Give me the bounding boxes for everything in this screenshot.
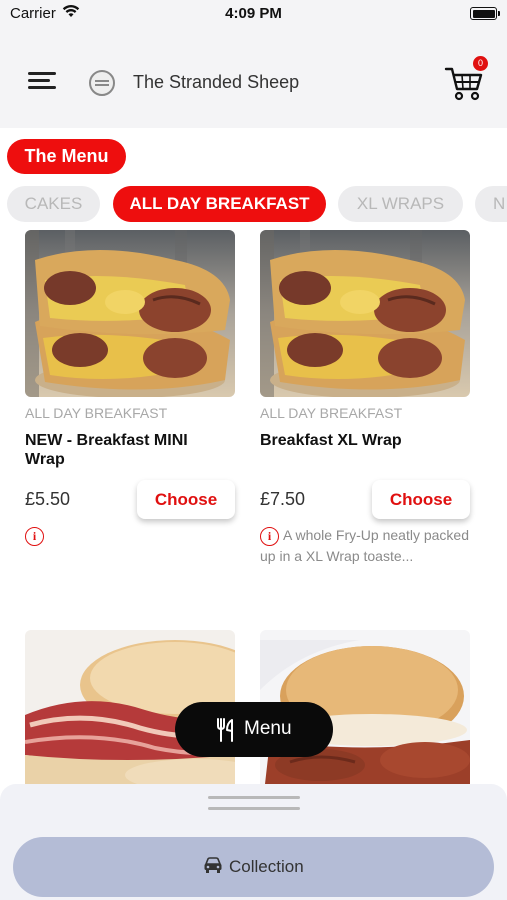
tab-all-day-breakfast[interactable]: ALL DAY BREAKFAST: [113, 186, 326, 222]
choose-button[interactable]: Choose: [137, 480, 235, 519]
the-menu-title: The Menu: [7, 139, 126, 174]
item-price: £5.50: [25, 489, 71, 509]
clock: 4:09 PM: [225, 5, 282, 22]
shop-logo: [89, 70, 115, 96]
item-name: Breakfast XL Wrap: [260, 432, 402, 449]
collection-label: Collection: [229, 857, 304, 876]
hamburger-menu-icon[interactable]: [28, 70, 58, 92]
status-bar: Carrier 4:09 PM: [0, 0, 507, 30]
info-icon[interactable]: i: [25, 527, 44, 546]
item-price: £7.50: [260, 489, 306, 509]
sheet-drag-handle[interactable]: [208, 796, 300, 799]
item-image-breakfast-mini-wrap[interactable]: [25, 230, 235, 397]
battery-icon: [470, 7, 500, 20]
category-tabs: CAKES ALL DAY BREAKFAST XL WRAPS N: [0, 186, 507, 222]
app-header: The Stranded Sheep: [0, 30, 507, 128]
floating-menu-label: Menu: [244, 718, 292, 739]
shop-name: The Stranded Sheep: [133, 72, 300, 92]
tab-next-category[interactable]: N: [475, 186, 507, 222]
item-name: NEW - Breakfast MINI Wrap: [25, 432, 188, 468]
collection-button[interactable]: Collection: [13, 837, 494, 897]
choose-button[interactable]: Choose: [372, 480, 470, 519]
cart-count-badge: 0: [473, 56, 488, 71]
item-category-label: ALL DAY BREAKFAST: [260, 405, 403, 421]
car-icon: [203, 856, 223, 879]
sheet-drag-handle-line: [208, 807, 300, 810]
tab-cakes[interactable]: CAKES: [7, 186, 100, 222]
tab-xl-wraps[interactable]: XL WRAPS: [338, 186, 463, 222]
item-description: A whole Fry-Up neatly packed up in a XL …: [260, 527, 469, 564]
fork-knife-icon: [215, 718, 237, 748]
floating-menu-button[interactable]: Menu: [175, 702, 333, 757]
item-image-breakfast-xl-wrap[interactable]: [260, 230, 470, 397]
item-category-label: ALL DAY BREAKFAST: [25, 405, 168, 421]
bottom-sheet: Collection: [0, 784, 507, 900]
